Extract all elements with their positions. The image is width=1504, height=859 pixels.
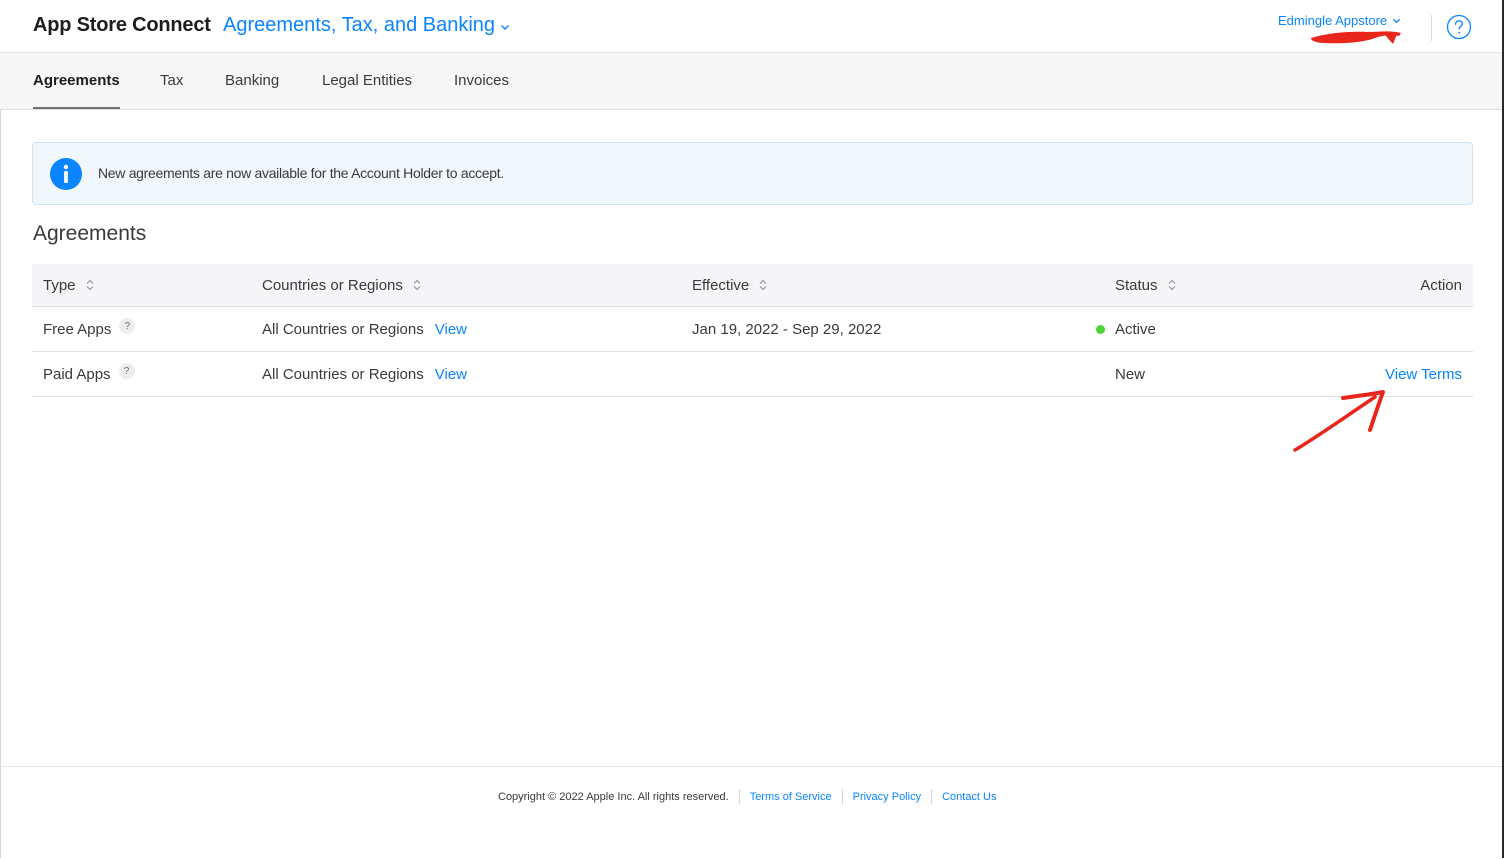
tab-legal-entities[interactable]: Legal Entities: [322, 53, 412, 109]
table-row: Paid Apps ? All Countries or Regions Vie…: [32, 352, 1473, 397]
copyright-text: Copyright © 2022 Apple Inc. All rights r…: [498, 790, 729, 803]
terms-of-service-link[interactable]: Terms of Service: [750, 791, 832, 803]
help-icon[interactable]: [1446, 14, 1472, 40]
column-header-label: Effective: [692, 276, 750, 294]
privacy-policy-link[interactable]: Privacy Policy: [853, 791, 921, 803]
column-header-label: Status: [1115, 276, 1158, 294]
top-header: App Store Connect Agreements, Tax, and B…: [0, 0, 1502, 53]
status-active-dot: [1096, 324, 1105, 334]
view-terms-link[interactable]: View Terms: [1385, 352, 1462, 396]
view-countries-link[interactable]: View: [435, 321, 467, 338]
agreements-table: Type Countries or Regions Effective Stat…: [32, 264, 1473, 397]
status-cell: Active: [1096, 307, 1156, 351]
table-row: Free Apps ? All Countries or Regions Vie…: [32, 307, 1473, 352]
column-header-action: Action: [1420, 276, 1462, 294]
footer-divider: [738, 789, 740, 804]
tab-invoices[interactable]: Invoices: [454, 53, 509, 109]
sort-icon: [413, 279, 421, 291]
info-banner: New agreements are now available for the…: [32, 142, 1473, 205]
contact-us-link[interactable]: Contact Us: [942, 791, 996, 803]
info-banner-message: New agreements are now available for the…: [98, 165, 504, 181]
countries-text: All Countries or Regions: [262, 365, 424, 383]
sort-icon: [759, 279, 767, 291]
column-header-type[interactable]: Type: [43, 264, 94, 306]
countries-text: All Countries or Regions: [262, 320, 424, 338]
agreement-type: Free Apps: [43, 320, 112, 338]
status-text: New: [1115, 365, 1146, 383]
tab-agreements[interactable]: Agreements: [33, 53, 120, 109]
info-icon: [50, 158, 82, 190]
agreement-type: Paid Apps: [43, 365, 111, 383]
footer-links: Copyright © 2022 Apple Inc. All rights r…: [498, 789, 997, 804]
countries-cell: All Countries or Regions View: [262, 352, 467, 396]
red-annotation-arrow: [1293, 390, 1385, 452]
column-header-label: Type: [43, 276, 76, 294]
column-header-effective[interactable]: Effective: [692, 264, 767, 306]
countries-cell: All Countries or Regions View: [262, 307, 467, 351]
status-text: Active: [1115, 320, 1156, 338]
type-cell: Paid Apps ?: [43, 352, 135, 396]
section-menu-label: Agreements, Tax, and Banking: [223, 14, 496, 36]
sort-icon: [86, 279, 93, 291]
type-cell: Free Apps ?: [43, 307, 136, 351]
column-header-label: Countries or Regions: [262, 276, 403, 294]
help-question-icon[interactable]: ?: [119, 318, 136, 334]
footer: Copyright © 2022 Apple Inc. All rights r…: [0, 766, 1502, 859]
window-left-border: [0, 0, 1, 858]
table-header: Type Countries or Regions Effective Stat…: [32, 264, 1473, 307]
footer-divider: [841, 789, 843, 804]
tab-bar: Agreements Tax Banking Legal Entities In…: [0, 53, 1502, 110]
column-header-countries[interactable]: Countries or Regions: [262, 264, 421, 306]
red-scribble-redaction: [1311, 31, 1401, 44]
header-divider: [1431, 15, 1432, 41]
app-title: App Store Connect: [33, 14, 211, 36]
section-menu[interactable]: Agreements, Tax, and Banking: [223, 14, 510, 37]
effective-dates: Jan 19, 2022 - Sep 29, 2022: [692, 320, 882, 338]
tab-banking[interactable]: Banking: [225, 53, 279, 109]
column-header-status[interactable]: Status: [1115, 264, 1176, 306]
view-countries-link[interactable]: View: [435, 366, 467, 383]
footer-divider: [931, 789, 933, 804]
tab-tax[interactable]: Tax: [160, 53, 183, 109]
agreements-heading: Agreements: [33, 222, 147, 245]
chevron-down-icon: [501, 24, 510, 30]
help-question-icon[interactable]: ?: [118, 363, 135, 379]
sort-icon: [1168, 279, 1175, 291]
